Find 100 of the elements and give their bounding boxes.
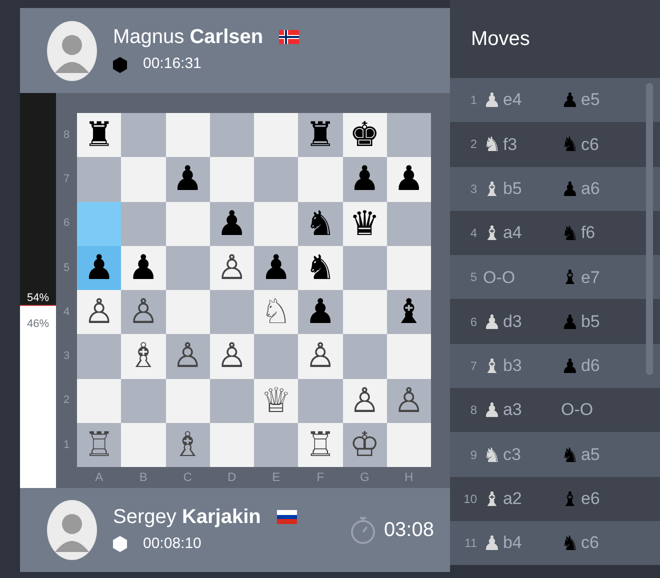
board-square[interactable]: ♗: [166, 422, 210, 467]
board-square[interactable]: [166, 290, 210, 334]
board-square[interactable]: ♔: [342, 422, 387, 467]
board-square[interactable]: ♙: [210, 246, 254, 290]
chess-piece[interactable]: ♙: [172, 339, 203, 374]
board-square[interactable]: ♟: [121, 246, 166, 290]
chess-piece[interactable]: ♜: [305, 118, 336, 152]
move-notation[interactable]: b5: [580, 308, 600, 334]
move-notation[interactable]: f6: [580, 220, 596, 246]
scrollbar[interactable]: [646, 83, 653, 375]
board-square[interactable]: ♙: [386, 378, 431, 423]
chess-piece[interactable]: ♛: [349, 206, 380, 241]
board-square[interactable]: ♚: [342, 113, 387, 158]
chess-piece[interactable]: ♗: [172, 428, 203, 462]
chess-piece[interactable]: ♙: [84, 295, 114, 330]
chess-piece[interactable]: ♙: [349, 384, 380, 418]
board-square[interactable]: [166, 246, 210, 290]
chess-piece[interactable]: ♞: [305, 206, 336, 241]
move-notation[interactable]: O-O: [561, 397, 594, 423]
chess-piece[interactable]: ♙: [216, 250, 248, 285]
move-notation[interactable]: e6: [580, 486, 600, 512]
chess-piece[interactable]: ♝: [394, 295, 424, 330]
board-square[interactable]: [166, 113, 210, 158]
board-square[interactable]: ♞: [298, 246, 342, 290]
board-square[interactable]: [77, 334, 122, 378]
move-notation[interactable]: a4: [502, 220, 522, 246]
board-square[interactable]: [386, 202, 431, 246]
board-square[interactable]: ♝: [386, 290, 431, 334]
chess-piece[interactable]: ♘: [260, 295, 292, 330]
board-square[interactable]: [121, 422, 166, 467]
chess-piece[interactable]: ♟: [305, 295, 336, 330]
board-square[interactable]: [210, 422, 254, 467]
board-square[interactable]: [298, 157, 342, 202]
chess-piece[interactable]: ♟: [349, 162, 380, 196]
board-square[interactable]: ♟: [166, 157, 210, 202]
board-square[interactable]: [166, 378, 210, 423]
board-square[interactable]: [77, 202, 122, 246]
move-notation[interactable]: c6: [580, 132, 599, 158]
board-square[interactable]: [298, 378, 342, 423]
board-square[interactable]: [77, 378, 122, 423]
board-square[interactable]: [342, 290, 387, 334]
chess-piece[interactable]: ♟: [216, 206, 248, 241]
board-square[interactable]: [166, 202, 210, 246]
board-square[interactable]: ♜: [298, 113, 342, 158]
board-square[interactable]: ♟: [210, 202, 254, 246]
board-square[interactable]: ♖: [77, 422, 122, 467]
board-square[interactable]: ♙: [77, 290, 122, 334]
board-square[interactable]: ♜: [77, 113, 122, 158]
chess-piece[interactable]: ♙: [128, 295, 159, 330]
chess-piece[interactable]: ♙: [305, 339, 336, 374]
board-square[interactable]: [210, 113, 254, 158]
chess-piece[interactable]: ♜: [84, 118, 114, 152]
chess-piece[interactable]: ♕: [260, 384, 292, 418]
chess-piece[interactable]: ♟: [260, 250, 292, 285]
board-square[interactable]: [386, 113, 431, 158]
board-square[interactable]: ♗: [121, 334, 166, 378]
board-square[interactable]: [386, 246, 431, 290]
board-square[interactable]: ♛: [342, 202, 387, 246]
chess-piece[interactable]: ♗: [128, 339, 159, 374]
move-notation[interactable]: a3: [502, 397, 522, 423]
chess-piece[interactable]: ♙: [394, 384, 424, 418]
board-square[interactable]: [254, 422, 298, 467]
board-square[interactable]: ♖: [298, 422, 342, 467]
board-square[interactable]: [254, 113, 298, 158]
chess-piece[interactable]: ♟: [84, 250, 114, 285]
chess-piece[interactable]: ♚: [349, 118, 380, 152]
board-square[interactable]: ♙: [210, 334, 254, 378]
board-square[interactable]: [254, 334, 298, 378]
board-square[interactable]: [210, 290, 254, 334]
move-notation[interactable]: a2: [502, 486, 522, 512]
move-notation[interactable]: f3: [502, 132, 518, 158]
board-square[interactable]: [121, 378, 166, 423]
chess-piece[interactable]: ♖: [84, 428, 114, 462]
board-square[interactable]: ♙: [121, 290, 166, 334]
board-square[interactable]: ♟: [254, 246, 298, 290]
board-square[interactable]: [121, 113, 166, 158]
board-square[interactable]: ♟: [77, 246, 122, 290]
board-square[interactable]: [342, 246, 387, 290]
board-square[interactable]: [210, 378, 254, 423]
board-square[interactable]: [254, 202, 298, 246]
chess-piece[interactable]: ♙: [216, 339, 248, 374]
board-square[interactable]: [386, 422, 431, 467]
board-square[interactable]: ♕: [254, 378, 298, 423]
chess-piece[interactable]: ♟: [172, 162, 203, 196]
board-square[interactable]: [342, 334, 387, 378]
board-square[interactable]: [121, 202, 166, 246]
chess-piece[interactable]: ♔: [349, 428, 380, 462]
board-square[interactable]: [210, 157, 254, 202]
chess-piece[interactable]: ♞: [305, 250, 336, 285]
board-square[interactable]: ♟: [386, 157, 431, 202]
board-square[interactable]: ♟: [298, 290, 342, 334]
board-square[interactable]: [121, 157, 166, 202]
board-square[interactable]: ♙: [342, 378, 387, 423]
chess-piece[interactable]: ♟: [128, 250, 159, 285]
move-notation[interactable]: d3: [502, 308, 522, 334]
chess-piece[interactable]: ♟: [394, 162, 424, 196]
board-square[interactable]: [77, 157, 122, 202]
board-square[interactable]: ♟: [342, 157, 387, 202]
board-square[interactable]: ♙: [166, 334, 210, 378]
board-square[interactable]: ♙: [298, 334, 342, 378]
